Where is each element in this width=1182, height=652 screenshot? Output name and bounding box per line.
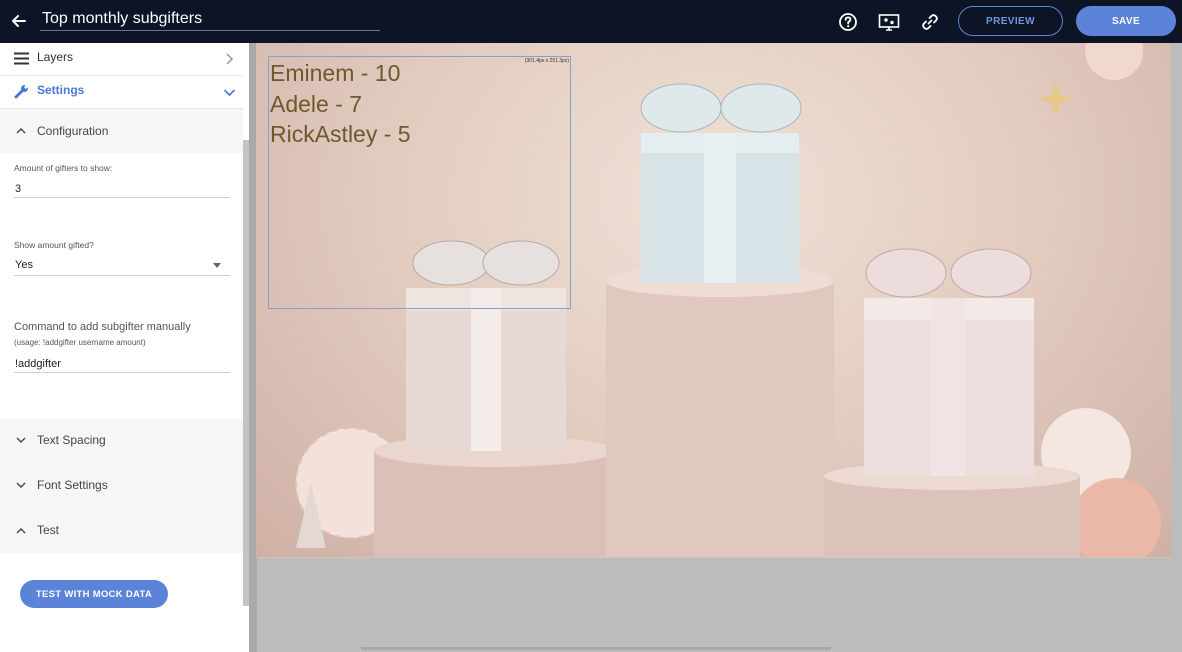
amount-label: Amount of gifters to show:: [14, 163, 113, 173]
chevron-down-icon: [16, 482, 26, 488]
settings-row[interactable]: Settings: [0, 76, 243, 109]
layers-icon: [14, 52, 29, 65]
show-amount-label: Show amount gifted?: [14, 240, 94, 250]
widget-canvas[interactable]: (301.4px x 251.3px) Eminem - 10 Adele - …: [256, 43, 1171, 558]
configuration-title: Configuration: [37, 124, 109, 138]
dropdown-caret-icon: [213, 263, 221, 268]
gifter-line: RickAstley - 5: [270, 121, 411, 147]
settings-sidebar: Layers Settings Configuration Amount of …: [0, 43, 249, 652]
gifter-line: Adele - 7: [270, 91, 363, 117]
test-title: Test: [37, 523, 60, 537]
command-label: Command to add subgifter manually: [14, 321, 191, 333]
save-button[interactable]: SAVE: [1076, 6, 1176, 36]
chevron-down-icon: [223, 89, 236, 97]
back-arrow-icon[interactable]: [9, 11, 29, 31]
command-input[interactable]: [14, 356, 230, 373]
show-amount-select[interactable]: Yes: [14, 258, 230, 276]
amount-input[interactable]: [14, 181, 230, 198]
collapsed-sections: Text Spacing Font Settings Test: [0, 419, 243, 553]
gifter-line: Eminem - 10: [270, 60, 401, 86]
top-bar: PREVIEW SAVE: [0, 0, 1182, 43]
chevron-up-icon: [16, 528, 26, 534]
test-mock-data-button[interactable]: TEST WITH MOCK DATA: [20, 580, 168, 608]
font-settings-header[interactable]: Font Settings: [0, 464, 243, 508]
canvas-area: (301.4px x 251.3px) Eminem - 10 Adele - …: [249, 43, 1182, 652]
subgifters-widget-box[interactable]: (301.4px x 251.3px) Eminem - 10 Adele - …: [268, 56, 571, 309]
preview-button[interactable]: PREVIEW: [958, 6, 1063, 36]
layers-label: Layers: [37, 50, 74, 64]
widget-title-input[interactable]: [40, 8, 380, 31]
canvas-bottom-strip: [361, 647, 831, 650]
widget-size-readout: (301.4px x 251.3px): [524, 58, 569, 64]
chevron-up-icon: [16, 128, 26, 134]
settings-label: Settings: [37, 83, 85, 97]
chevron-right-icon: [226, 53, 234, 65]
font-settings-title: Font Settings: [37, 478, 108, 492]
help-icon[interactable]: [838, 12, 858, 32]
configuration-header[interactable]: Configuration: [0, 109, 243, 153]
text-spacing-title: Text Spacing: [37, 433, 106, 447]
chevron-down-icon: [16, 437, 26, 443]
command-hint: (usage: !addgifter username amount): [14, 338, 146, 347]
wrench-icon: [14, 85, 28, 99]
test-header[interactable]: Test: [0, 509, 243, 553]
layers-row[interactable]: Layers: [0, 43, 243, 76]
monitor-settings-icon[interactable]: [878, 12, 900, 32]
show-amount-value: Yes: [15, 259, 33, 271]
text-spacing-header[interactable]: Text Spacing: [0, 419, 243, 463]
link-icon[interactable]: [920, 12, 940, 32]
